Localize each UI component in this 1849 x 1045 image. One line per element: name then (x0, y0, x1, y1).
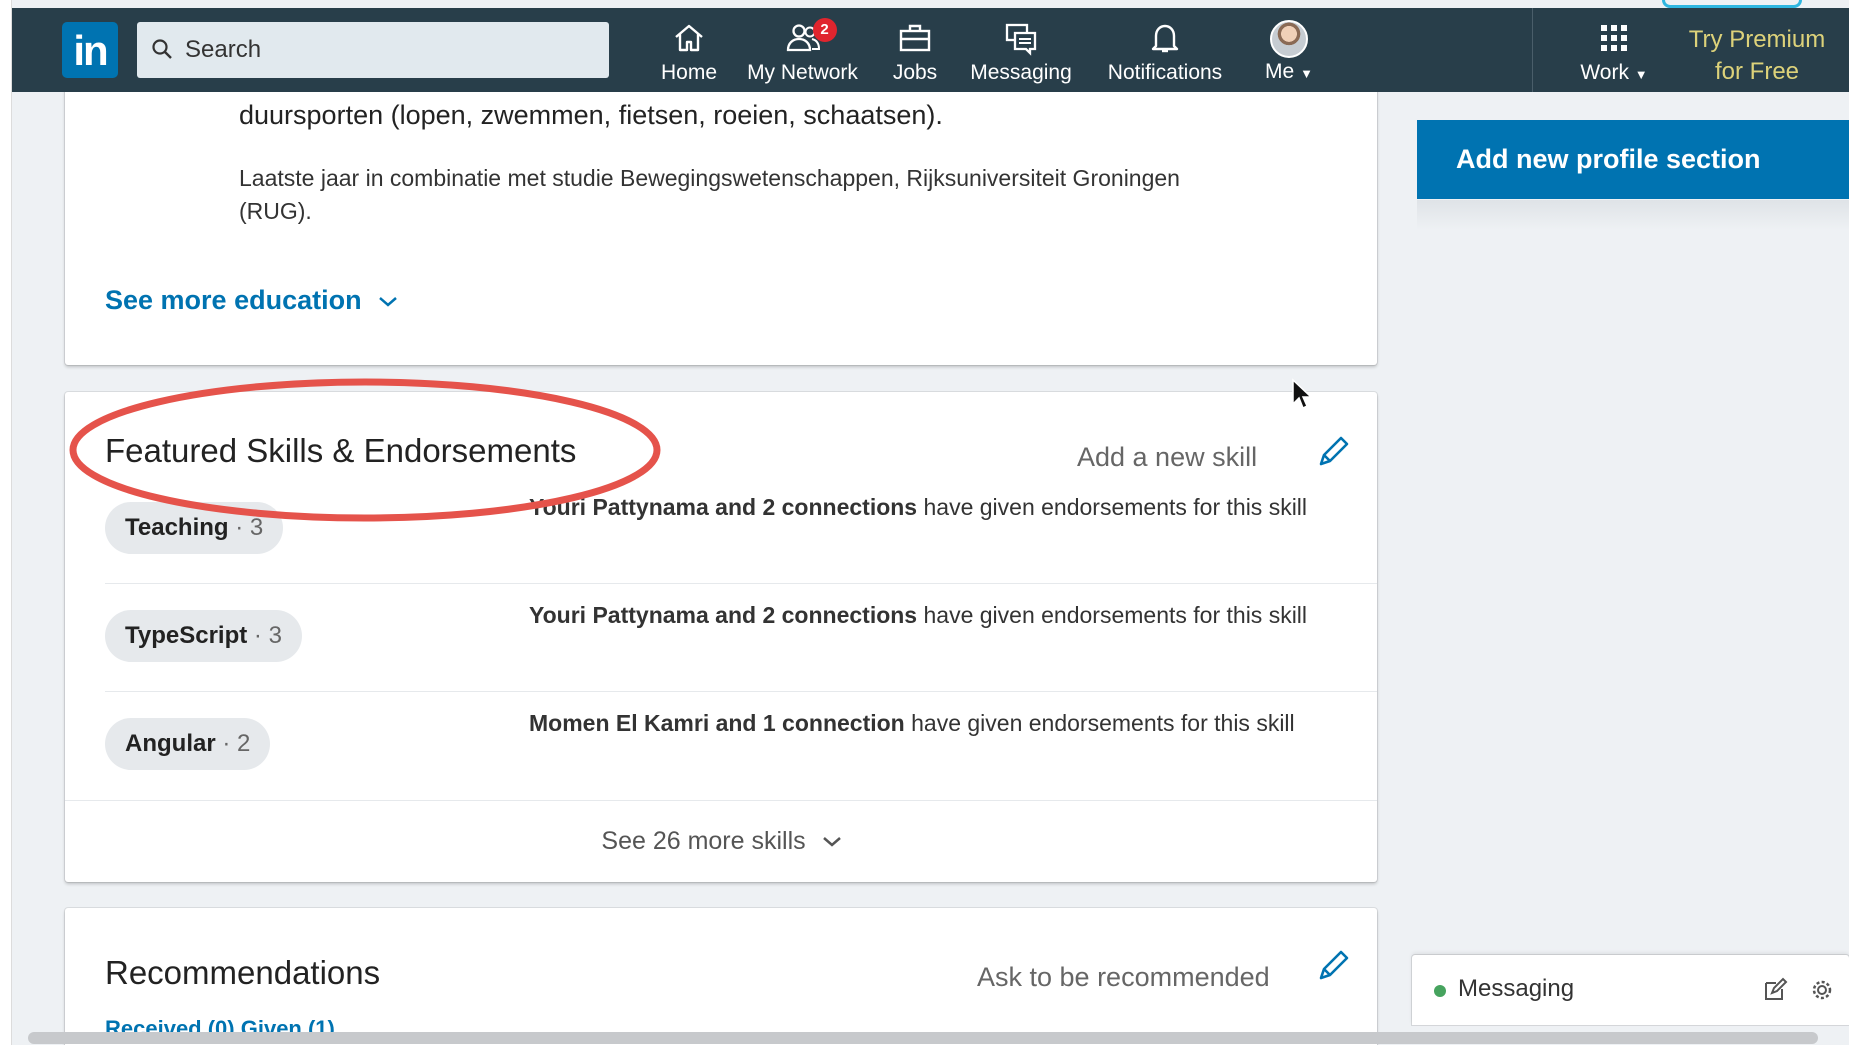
gear-icon[interactable] (1809, 977, 1835, 1003)
screenshot: duursporten (lopen, zwemmen, fietsen, ro… (0, 0, 1849, 1045)
skill-row: TypeScript · 3 Youri Pattynama and 2 con… (105, 584, 1377, 692)
nav-jobs-label: Jobs (892, 61, 938, 84)
skill-name: Angular (125, 730, 216, 757)
horizontal-scrollbar[interactable] (28, 1032, 1818, 1044)
nav-work[interactable]: Work ▼ (1572, 20, 1656, 90)
endorsers[interactable]: Momen El Kamri and 1 connection (529, 710, 905, 736)
recommendations-title: Recommendations (105, 954, 381, 991)
pencil-icon[interactable] (1315, 434, 1351, 470)
nav-me-label: Me (1265, 60, 1295, 83)
endorsement-suffix: have given endorsements for this skill (904, 710, 1295, 736)
nav-my-network[interactable]: 2 My Network (740, 18, 865, 90)
briefcase-icon (899, 24, 931, 52)
nav-home[interactable]: Home (652, 20, 726, 90)
nav-work-label: Work (1580, 61, 1629, 84)
skills-title: Featured Skills & Endorsements (105, 432, 577, 469)
messaging-bar-label: Messaging (1458, 975, 1575, 1002)
messaging-bar[interactable]: Messaging (1412, 955, 1849, 1025)
nav-jobs[interactable]: Jobs (878, 20, 952, 90)
nav-my-network-label: My Network (747, 61, 858, 84)
compose-icon[interactable] (1762, 977, 1788, 1003)
global-nav: in Home 2 My Network Jobs Messaging (12, 8, 1849, 92)
skill-name: Teaching (125, 514, 229, 541)
endorsement-text: Momen El Kamri and 1 connection have giv… (529, 710, 1295, 737)
nav-messaging[interactable]: Messaging (962, 20, 1080, 90)
skill-count: 3 (268, 622, 282, 649)
nav-me[interactable]: Me ▼ (1254, 20, 1324, 90)
pencil-icon[interactable] (1315, 948, 1351, 984)
see-more-education-label: See more education (105, 285, 362, 315)
endorsement-suffix: have given endorsements for this skill (917, 602, 1308, 628)
nav-home-label: Home (660, 61, 718, 84)
endorsement-text: Youri Pattynama and 2 connections have g… (529, 494, 1307, 521)
skill-row: Angular · 2 Momen El Kamri and 1 connect… (105, 692, 1377, 800)
skill-pill[interactable]: TypeScript · 3 (105, 610, 302, 662)
skill-name: TypeScript (125, 622, 248, 649)
education-description: duursporten (lopen, zwemmen, fietsen, ro… (239, 100, 943, 130)
nav-notifications[interactable]: Notifications (1090, 20, 1240, 90)
caret-down-icon: ▼ (1300, 66, 1313, 81)
see-more-skills-button[interactable]: See 26 more skills (65, 800, 1377, 882)
skill-pill[interactable]: Angular · 2 (105, 718, 271, 770)
skill-row: Teaching · 3 Youri Pattynama and 2 conne… (105, 476, 1377, 584)
home-icon (675, 24, 703, 52)
linkedin-profile-page: duursporten (lopen, zwemmen, fietsen, ro… (12, 0, 1849, 1045)
endorsers[interactable]: Youri Pattynama and 2 connections (529, 494, 917, 520)
linkedin-logo[interactable]: in (62, 22, 118, 78)
nav-divider (1532, 8, 1533, 92)
avatar (1270, 20, 1308, 58)
try-premium-link[interactable]: Try Premium for Free (1682, 24, 1832, 88)
apps-grid-icon (1601, 25, 1627, 51)
education-card: duursporten (lopen, zwemmen, fietsen, ro… (65, 70, 1377, 365)
ask-recommendation-button[interactable]: Ask to be recommended (977, 962, 1270, 993)
endorsement-suffix: have given endorsements for this skill (917, 494, 1308, 520)
recommendations-card: Recommendations Ask to be recommended Re… (65, 908, 1377, 1045)
online-status-icon (1434, 985, 1446, 997)
skill-count: 3 (249, 514, 264, 541)
notification-badge: 2 (812, 18, 837, 42)
skill-count: 2 (237, 730, 251, 757)
chevron-down-icon (822, 837, 841, 848)
chevron-down-icon (379, 296, 397, 307)
skill-pill[interactable]: Teaching · 3 (105, 502, 284, 554)
caret-down-icon: ▼ (1634, 67, 1648, 82)
nav-notifications-label: Notifications (1107, 61, 1223, 84)
education-detail: Laatste jaar in combinatie met studie Be… (239, 165, 1180, 224)
search-input[interactable] (185, 32, 585, 68)
endorsers[interactable]: Youri Pattynama and 2 connections (529, 602, 917, 628)
nav-messaging-label: Messaging (970, 61, 1072, 84)
mouse-cursor-icon (1292, 378, 1313, 410)
search-box[interactable] (137, 22, 609, 78)
add-profile-section-button[interactable]: Add new profile section (1417, 120, 1849, 199)
search-icon (152, 39, 172, 59)
rail-divider (1417, 200, 1849, 230)
add-skill-button[interactable]: Add a new skill (1077, 442, 1257, 473)
left-margin (0, 0, 12, 1045)
premium-line-1: Try Premium (1688, 26, 1826, 53)
premium-line-2: for Free (1714, 58, 1800, 85)
highlight-mark (1662, 0, 1802, 8)
skills-card: Featured Skills & Endorsements Add a new… (65, 392, 1377, 882)
see-more-skills-label: See 26 more skills (601, 827, 806, 855)
chat-icon (1005, 23, 1037, 56)
bell-icon (1151, 24, 1179, 53)
see-more-education-link[interactable]: See more education (105, 285, 397, 316)
endorsement-text: Youri Pattynama and 2 connections have g… (529, 602, 1307, 629)
